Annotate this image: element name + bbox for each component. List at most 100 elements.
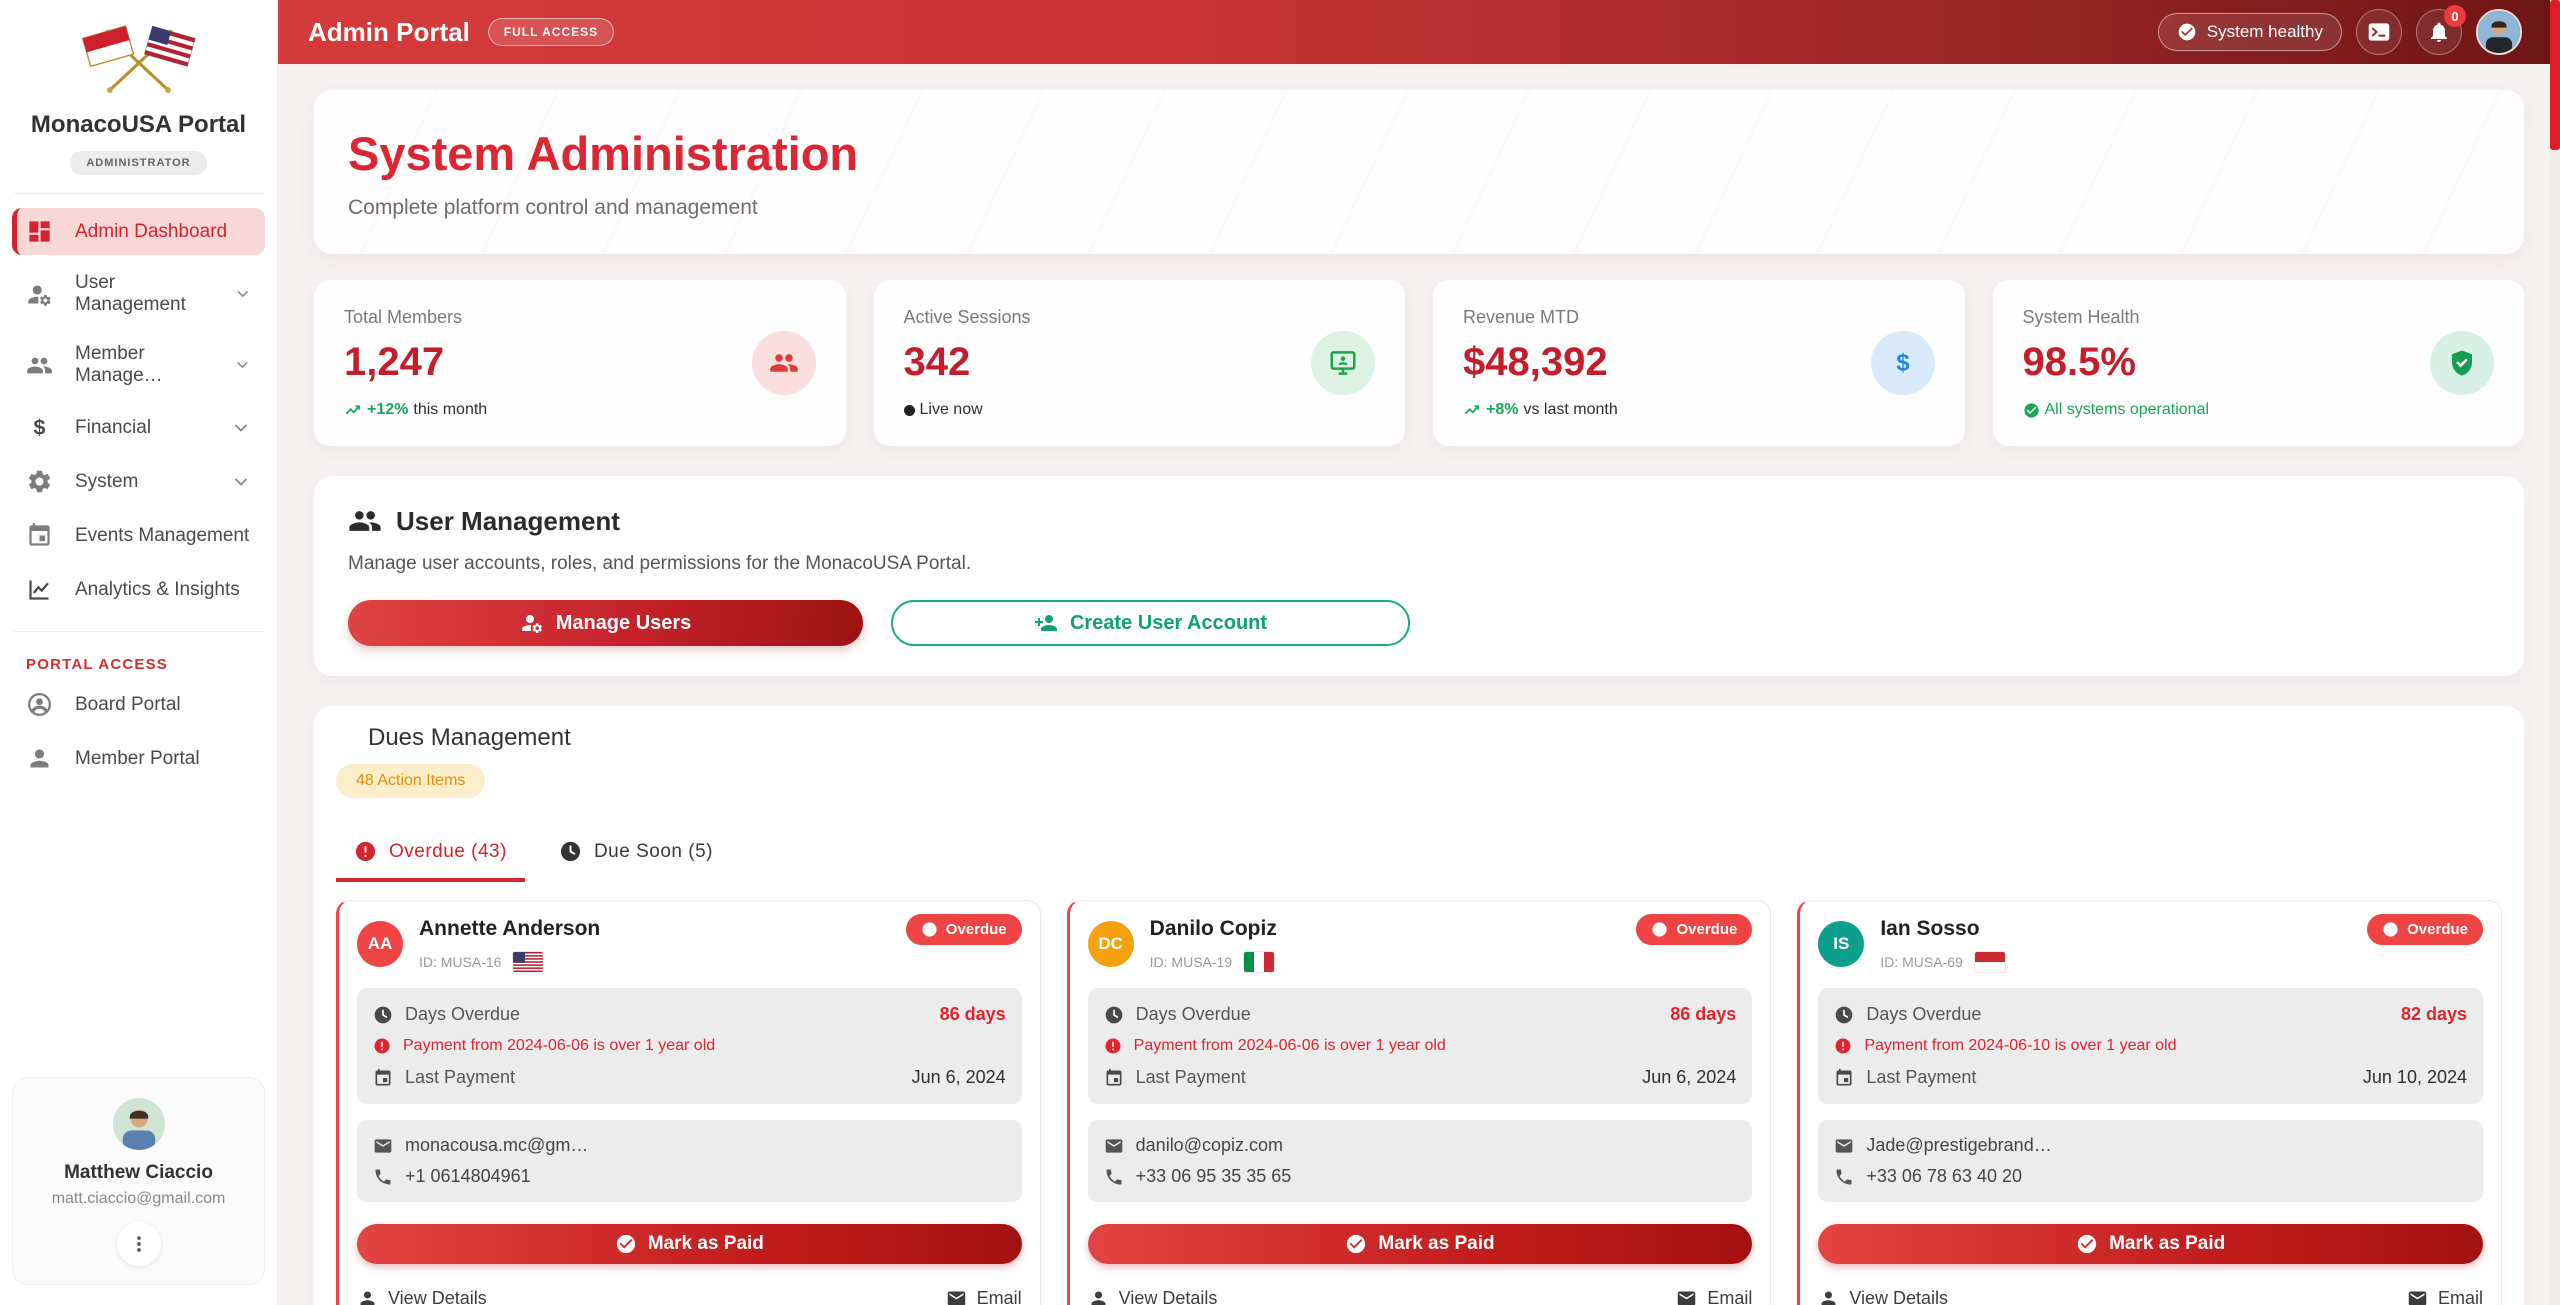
member-email-link[interactable]: Jade@prestigebrand… xyxy=(1834,1130,2467,1161)
member-name: Annette Anderson xyxy=(419,917,600,941)
view-details-link[interactable]: View Details xyxy=(357,1288,487,1305)
member-id: ID: MUSA-69 xyxy=(1880,954,1962,970)
days-overdue-row: Days Overdue 86 days xyxy=(373,998,1006,1031)
mail-icon xyxy=(946,1288,967,1305)
member-phone-link[interactable]: +33 06 78 63 40 20 xyxy=(1834,1161,2467,1192)
sidebar-item-system[interactable]: System xyxy=(12,458,265,505)
member-phone-link[interactable]: +33 06 95 35 35 65 xyxy=(1104,1161,1737,1192)
sidebar-item-board-portal[interactable]: Board Portal xyxy=(12,681,265,728)
manage-users-button[interactable]: Manage Users xyxy=(348,600,863,646)
last-payment-value: Jun 10, 2024 xyxy=(2363,1067,2467,1088)
days-overdue-value: 86 days xyxy=(1670,1004,1736,1025)
member-phone-link[interactable]: +1 0614804961 xyxy=(373,1161,1006,1192)
stat-label: System Health xyxy=(2023,307,2210,328)
tab-overdue[interactable]: Overdue (43) xyxy=(336,826,525,882)
sidebar-item-member-portal[interactable]: Member Portal xyxy=(12,735,265,782)
chevron-down-icon xyxy=(231,472,251,492)
clock-icon xyxy=(1834,1005,1854,1025)
terminal-button[interactable] xyxy=(2356,9,2402,55)
member-card: IS Ian Sosso ID: MUSA-69 xyxy=(1797,900,2502,1305)
contact-panel: monacousa.mc@gm… +1 0614804961 xyxy=(357,1120,1022,1202)
dashboard-icon xyxy=(26,218,53,245)
shield-check-icon xyxy=(2430,331,2494,395)
payment-warning: Payment from 2024-06-06 is over 1 year o… xyxy=(373,1031,1006,1061)
person-icon xyxy=(1088,1288,1109,1305)
mail-icon xyxy=(373,1136,393,1156)
page-title: System Administration xyxy=(348,126,2490,181)
user-avatar-button[interactable] xyxy=(2476,9,2522,55)
user-management-section: User Management Manage user accounts, ro… xyxy=(314,476,2524,676)
dues-management-section: Dues Management 48 Action Items Overdue … xyxy=(314,706,2524,1305)
scrollbar-thumb[interactable] xyxy=(2550,0,2560,150)
check-circle-icon xyxy=(2177,22,2197,42)
stat-footnote: All systems operational xyxy=(2023,401,2210,419)
stat-label: Total Members xyxy=(344,307,487,328)
sidebar-item-label: Events Management xyxy=(75,525,249,547)
people-icon xyxy=(752,331,816,395)
stat-footnote: +8% vs last month xyxy=(1463,401,1618,419)
mark-as-paid-button[interactable]: Mark as Paid xyxy=(1088,1224,1753,1264)
check-circle-icon xyxy=(2076,1233,2098,1255)
trend-up-icon xyxy=(344,401,362,419)
stat-card-system-health: System Health 98.5% All systems operatio… xyxy=(1993,280,2525,446)
member-id: ID: MUSA-16 xyxy=(419,954,501,970)
member-email: danilo@copiz.com xyxy=(1136,1135,1283,1156)
live-dot xyxy=(904,405,915,416)
member-name: Danilo Copiz xyxy=(1150,917,1277,941)
header-actions: System healthy 0 xyxy=(2158,9,2530,55)
sidebar-item-label: System xyxy=(75,471,138,493)
member-id-row: ID: MUSA-69 xyxy=(1880,952,2004,972)
tab-due-soon[interactable]: Due Soon (5) xyxy=(541,826,731,882)
status-label: Overdue xyxy=(2407,921,2468,938)
view-details-link[interactable]: View Details xyxy=(1818,1288,1948,1305)
member-card: AA Annette Anderson ID: MUSA-16 xyxy=(336,900,1041,1305)
contact-panel: Jade@prestigebrand… +33 06 78 63 40 20 xyxy=(1818,1120,2483,1202)
portal-access-nav: Board Portal Member Portal xyxy=(0,681,277,782)
sidebar-item-user-management[interactable]: User Management xyxy=(12,262,265,326)
calendar-icon xyxy=(26,522,53,549)
notifications-button[interactable]: 0 xyxy=(2416,9,2462,55)
calendar-icon xyxy=(1104,1068,1124,1088)
member-email-link[interactable]: monacousa.mc@gm… xyxy=(373,1130,1006,1161)
view-details-link[interactable]: View Details xyxy=(1088,1288,1218,1305)
profile-menu-button[interactable] xyxy=(117,1222,161,1266)
email-link[interactable]: Email xyxy=(946,1288,1022,1305)
stat-value: 98.5% xyxy=(2023,340,2210,385)
avatar xyxy=(2478,11,2520,53)
button-label: Mark as Paid xyxy=(648,1233,764,1255)
member-card-footer: View Details Email xyxy=(1818,1288,2483,1305)
sidebar-item-admin-dashboard[interactable]: Admin Dashboard xyxy=(12,208,265,255)
email-link[interactable]: Email xyxy=(2407,1288,2483,1305)
dues-tabs: Overdue (43) Due Soon (5) xyxy=(336,826,2502,882)
trend-up-icon xyxy=(1463,401,1481,419)
section-actions: Manage Users Create User Account xyxy=(348,600,1410,646)
mark-as-paid-button[interactable]: Mark as Paid xyxy=(357,1224,1022,1264)
sidebar-item-financial[interactable]: Financial xyxy=(12,404,265,451)
row-label: Days Overdue xyxy=(405,1004,520,1025)
hero-card: System Administration Complete platform … xyxy=(314,90,2524,254)
terminal-icon xyxy=(2366,19,2392,45)
days-overdue-row: Days Overdue 86 days xyxy=(1104,998,1737,1031)
role-badge: ADMINISTRATOR xyxy=(70,151,206,175)
dots-vertical-icon xyxy=(128,1233,150,1255)
member-id-row: ID: MUSA-16 xyxy=(419,952,600,972)
check-circle-icon xyxy=(2023,402,2040,419)
member-identity: Danilo Copiz ID: MUSA-19 xyxy=(1150,914,1277,972)
italy-flag-icon xyxy=(1244,952,1274,972)
sidebar-item-analytics-insights[interactable]: Analytics & Insights xyxy=(12,566,265,613)
overdue-panel: Days Overdue 82 days Payment from 2024-0… xyxy=(1818,988,2483,1104)
button-label: Manage Users xyxy=(556,612,692,635)
sidebar-item-member-management[interactable]: Member Manage… xyxy=(12,333,265,397)
trend-caption: vs last month xyxy=(1523,401,1617,419)
email-link[interactable]: Email xyxy=(1676,1288,1752,1305)
mark-as-paid-button[interactable]: Mark as Paid xyxy=(1818,1224,2483,1264)
section-heading: User Management xyxy=(348,504,2490,538)
member-card-header: DC Danilo Copiz ID: MUSA-19 xyxy=(1088,914,1753,972)
usa-flag xyxy=(144,26,195,66)
system-healthy-badge[interactable]: System healthy xyxy=(2158,13,2342,51)
sidebar-item-events-management[interactable]: Events Management xyxy=(12,512,265,559)
create-user-account-button[interactable]: Create User Account xyxy=(891,600,1410,646)
member-email-link[interactable]: danilo@copiz.com xyxy=(1104,1130,1737,1161)
link-label: View Details xyxy=(388,1288,487,1305)
row-label: Days Overdue xyxy=(1866,1004,1981,1025)
